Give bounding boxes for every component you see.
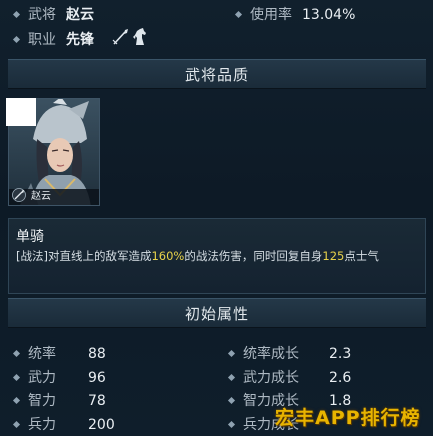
bullet-icon [12,396,21,405]
bullet-icon [12,420,21,429]
spear-icon [12,188,26,202]
bullet-icon [227,420,236,429]
skill-desc-part2: 的战法伤害，同时回复自身 [184,249,323,263]
usage-rate-row: 使用率 13.04% [234,4,356,24]
growth-row: 统率成长 2.3 [227,343,352,363]
attributes-section-header: 初始属性 [8,298,426,328]
skill-desc-part3: 点士气 [344,249,379,263]
class-label: 职业 [28,32,56,48]
bullet-icon [12,349,21,358]
stat-value: 78 [88,393,106,409]
watermark: 宏丰APP排行榜 [275,407,421,429]
skill-name: 单骑 [16,229,44,245]
stat-row: 统率 88 [12,343,106,363]
skill-desc-part1: [战法]对直线上的敌军造成 [16,249,152,263]
growth-label: 武力成长 [243,370,299,386]
bullet-icon [227,396,236,405]
quality-section-header: 武将品质 [8,59,426,89]
horse-icon [133,28,146,45]
stat-label: 智力 [28,393,56,409]
general-detail-panel: 武将 赵云 使用率 13.04% 职业 先锋 武将品质 赵云 单骑 [战法]对直… [0,0,433,436]
stat-label: 武力 [28,370,56,386]
general-name-row: 武将 赵云 [12,4,94,24]
growth-value: 2.3 [329,346,352,362]
bullet-icon [227,349,236,358]
general-name-value: 赵云 [66,7,94,23]
class-value: 先锋 [66,32,94,48]
stat-label: 兵力 [28,417,56,433]
stat-row: 武力 96 [12,367,106,387]
spear-icon [112,29,128,45]
usage-rate-value: 13.04% [302,7,356,23]
skill-damage-percent: 160% [151,249,185,263]
skill-morale-value: 125 [322,249,345,263]
stat-value: 96 [88,370,106,386]
general-label: 武将 [28,7,56,23]
growth-row: 武力成长 2.6 [227,367,352,387]
growth-label: 统率成长 [243,346,299,362]
bullet-icon [12,35,21,44]
bullet-icon [12,10,21,19]
stat-value: 88 [88,346,106,362]
growth-value: 2.6 [329,370,352,386]
usage-rate-label: 使用率 [250,7,292,23]
class-row: 职业 先锋 [12,29,94,49]
bullet-icon [12,373,21,382]
stat-label: 统率 [28,346,56,362]
skill-description: [战法]对直线上的敌军造成160%的战法伤害，同时回复自身125点士气 [16,248,379,264]
skill-panel: 单骑 [战法]对直线上的敌军造成160%的战法伤害，同时回复自身125点士气 [8,218,426,294]
stat-value: 200 [88,417,115,433]
stat-row: 兵力 200 [12,414,115,434]
stat-row: 智力 78 [12,390,106,410]
bullet-icon [227,373,236,382]
overlay-block [6,98,36,126]
bullet-icon [234,10,243,19]
